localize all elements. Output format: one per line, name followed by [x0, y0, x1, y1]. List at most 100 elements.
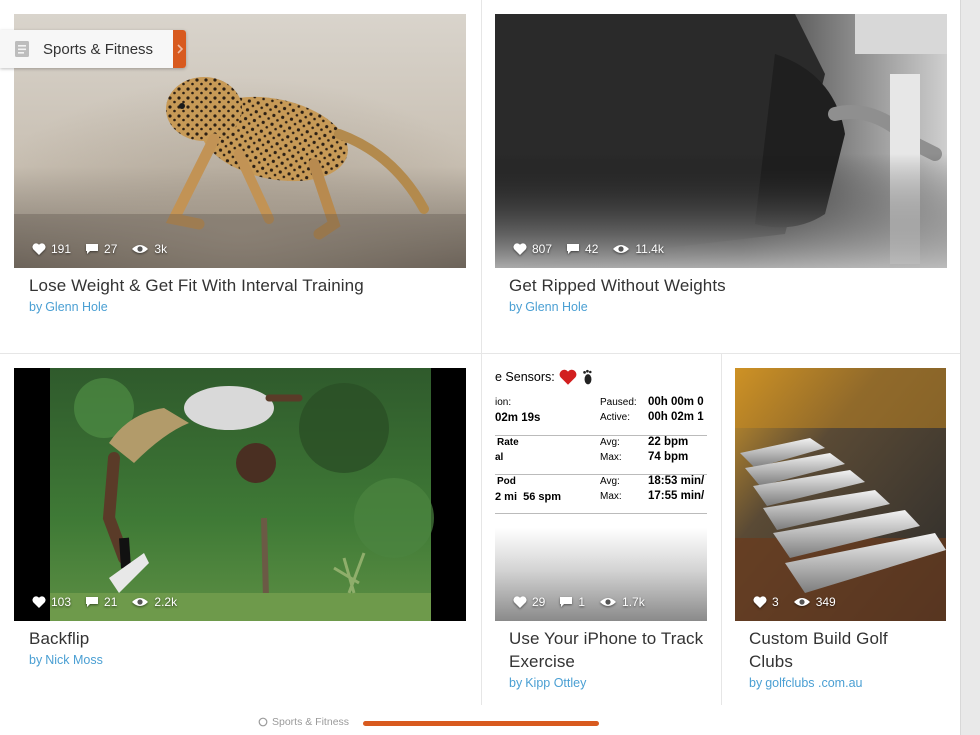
eye-icon [613, 245, 630, 253]
guide-author: by Kipp Ottley [509, 676, 586, 690]
author-by-label: by [749, 676, 763, 690]
stats-bar: 191 27 3k [32, 242, 177, 256]
scroll-indicator[interactable] [363, 721, 599, 726]
likes-count: 103 [51, 595, 72, 609]
sensor-row: ion: 02m 19s Paused: 00h 00m 0 Active: 0… [495, 396, 707, 436]
author-link[interactable]: Glenn Hole [525, 300, 588, 314]
likes-count: 807 [532, 242, 553, 256]
row-val: 00h 00m 0 [648, 396, 704, 408]
sensor-row: Pod 2 mi 56 spm Avg: 18:53 min/ Max: 17:… [495, 475, 707, 514]
comments-count: 27 [104, 242, 118, 256]
iphone-screen: e Sensors: ion: 02m 19s Paused: 00h 00m … [495, 368, 707, 528]
row-key: Avg: [600, 437, 620, 448]
views-count: 1.7k [622, 595, 645, 609]
guide-card-ripped-without-weights[interactable]: 807 42 11.4k Get Ripped Without Weights … [481, 0, 960, 353]
row-value: 02m 19s [495, 412, 541, 424]
comment-icon [567, 244, 580, 254]
footer-category-label: Sports & Fitness [272, 716, 350, 728]
guide-author: by golfclubs .com.au [749, 676, 862, 690]
row-val: 18:53 min/ [648, 475, 705, 487]
row-key: Active: [600, 412, 631, 423]
backflip-photo [14, 368, 466, 621]
guide-title[interactable]: Use Your iPhone to Track Exercise [509, 627, 709, 673]
row-val: 22 bpm [648, 436, 689, 448]
heart-icon [32, 596, 46, 608]
guide-author: by Nick Moss [29, 653, 103, 667]
guide-card-golf-clubs[interactable]: 3 349 Custom Build Golf Clubs by golfclub… [721, 354, 960, 705]
document-icon [15, 41, 29, 57]
author-by-label: by [509, 300, 523, 314]
author-by-label: by [29, 300, 43, 314]
footer: Sports & Fitness [0, 712, 960, 735]
row-value: 2 mi 56 spm [495, 491, 562, 503]
page: 191 27 3k Lose Weight & Get Fit With Int… [0, 0, 960, 735]
author-by-label: by [29, 653, 43, 667]
row-value: al [495, 452, 504, 463]
comments-count: 21 [104, 595, 118, 609]
stats-bar: 807 42 11.4k [513, 242, 674, 256]
guide-thumbnail[interactable]: 3 349 [735, 368, 946, 621]
guide-title[interactable]: Lose Weight & Get Fit With Interval Trai… [29, 274, 469, 297]
row-val: 17:55 min/ [648, 490, 705, 502]
heart-icon [753, 596, 767, 608]
guide-thumbnail[interactable]: e Sensors: ion: 02m 19s Paused: 00h 00m … [495, 368, 707, 621]
guide-title[interactable]: Custom Build Golf Clubs [749, 627, 929, 673]
row-label: Rate [497, 437, 519, 448]
author-link[interactable]: Kipp Ottley [525, 676, 586, 690]
heart-icon [513, 243, 527, 255]
stats-bar: 103 21 2.2k [32, 595, 187, 609]
stats-bar: 3 349 [753, 595, 846, 609]
author-link[interactable]: Nick Moss [45, 653, 103, 667]
heart-icon [513, 596, 527, 608]
heart-icon [32, 243, 46, 255]
guide-card-iphone-exercise[interactable]: e Sensors: ion: 02m 19s Paused: 00h 00m … [481, 354, 721, 705]
footer-category[interactable]: Sports & Fitness [258, 716, 349, 728]
sports-icon [258, 717, 268, 727]
guide-card-backflip[interactable]: 103 21 2.2k Backflip by Nick Moss [0, 354, 481, 705]
eye-icon [600, 598, 617, 606]
stats-bar: 29 1 1.7k [513, 595, 655, 609]
likes-count: 29 [532, 595, 546, 609]
likes-count: 3 [772, 595, 779, 609]
row-key: Max: [600, 452, 622, 463]
eye-icon [132, 598, 149, 606]
guide-author: by Glenn Hole [29, 300, 108, 314]
author-by-label: by [509, 676, 523, 690]
page-edge [960, 0, 980, 735]
row-val: 00h 02m 1 [648, 411, 704, 423]
guide-thumbnail[interactable]: 103 21 2.2k [14, 368, 466, 621]
golf-clubs-photo [735, 368, 946, 621]
sensor-row: Rate al Avg: 22 bpm Max: 74 bpm [495, 436, 707, 475]
row-label: ion: [495, 397, 512, 408]
chevron-right-icon [177, 44, 184, 54]
row-key: Avg: [600, 476, 620, 487]
comment-icon [86, 244, 99, 254]
heart-icon [559, 369, 577, 385]
row-val: 74 bpm [648, 451, 689, 463]
comments-count: 42 [585, 242, 599, 256]
comment-icon [86, 597, 99, 607]
views-count: 349 [815, 595, 836, 609]
row-key: Max: [600, 491, 622, 502]
eye-icon [132, 245, 149, 253]
screen-header: e Sensors: [495, 370, 555, 384]
comment-icon [560, 597, 573, 607]
guide-title[interactable]: Backflip [29, 627, 469, 650]
category-label: Sports & Fitness [43, 40, 154, 58]
footprint-icon [582, 369, 592, 385]
guide-author: by Glenn Hole [509, 300, 588, 314]
eye-icon [793, 598, 810, 606]
views-count: 11.4k [635, 242, 664, 256]
author-link[interactable]: golfclubs .com.au [765, 676, 862, 690]
views-count: 2.2k [154, 595, 178, 609]
author-link[interactable]: Glenn Hole [45, 300, 108, 314]
guide-title[interactable]: Get Ripped Without Weights [509, 274, 949, 297]
likes-count: 191 [51, 242, 72, 256]
guide-thumbnail[interactable]: 807 42 11.4k [495, 14, 947, 268]
category-tag[interactable]: Sports & Fitness [0, 30, 186, 68]
comments-count: 1 [578, 595, 586, 609]
row-label: Pod [497, 476, 516, 487]
views-count: 3k [154, 242, 168, 256]
row-key: Paused: [600, 397, 637, 408]
category-tab[interactable] [173, 30, 186, 68]
